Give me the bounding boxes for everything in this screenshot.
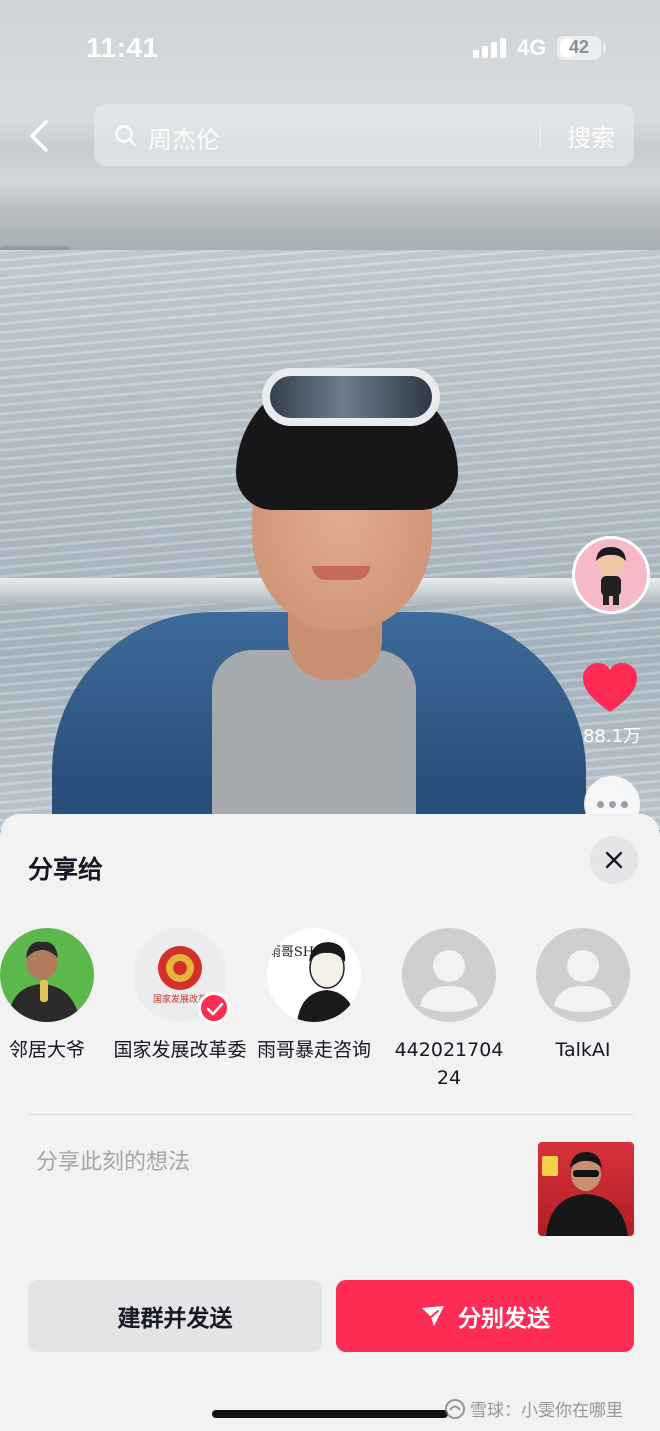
status-time: 11:41 (86, 32, 159, 63)
signal-icon (473, 38, 506, 58)
avatar-caption: 雨哥SH (268, 945, 314, 960)
video-thumbnail (538, 1142, 634, 1236)
battery-icon: 42 (557, 36, 601, 60)
contact-avatar (0, 928, 94, 1022)
status-bar: 11:41 4G 42 (0, 0, 660, 100)
watermark-text: 雪球：小雯你在哪里 (470, 1401, 623, 1421)
cartoon-avatar (596, 547, 626, 605)
like-button[interactable] (580, 660, 640, 716)
send-separately-label: 分别发送 (458, 1306, 550, 1332)
battery-cap (603, 44, 606, 52)
search-query[interactable]: 周杰伦 (148, 120, 220, 155)
contact-item[interactable]: 44202170424 (389, 926, 509, 1106)
mouth (312, 566, 370, 580)
divider (28, 1114, 634, 1115)
close-icon (605, 851, 623, 869)
search-icon (115, 125, 137, 147)
dot (620, 800, 628, 808)
contact-name: 雨哥暴走咨询 (256, 1039, 371, 1061)
default-user-icon (402, 928, 496, 1022)
chevron-left-icon (30, 120, 48, 152)
contact-item[interactable]: 国家发展改革 国家发展改革委 (113, 926, 247, 1106)
contact-avatar: 雨哥SH (267, 928, 361, 1022)
dot (608, 800, 616, 808)
send-separately-button[interactable]: 分别发送 (336, 1280, 634, 1352)
like-count: 88.1万 (582, 726, 642, 747)
contact-item[interactable]: 邻居大爷 (0, 926, 107, 1106)
group-send-button[interactable]: 建群并发送 (28, 1280, 322, 1352)
selected-badge (198, 992, 230, 1024)
contact-list: 邻居大爷 国家发展改革 国家发展改革委 雨哥SH 雨哥暴走咨询 44202170… (0, 926, 660, 1106)
contact-name: 国家发展改革委 (113, 1039, 247, 1061)
network-type: 4G (517, 35, 547, 60)
check-icon (206, 1002, 224, 1016)
heart-icon (583, 663, 637, 712)
search-button[interactable]: 搜索 (556, 118, 626, 152)
close-button[interactable] (590, 836, 638, 884)
default-user-icon (536, 928, 630, 1022)
contact-name: TalkAI (555, 1039, 611, 1061)
dot (596, 800, 604, 808)
contact-name: 邻居大爷 (8, 1039, 85, 1061)
contact-item[interactable]: 雨哥SH 雨哥暴走咨询 (254, 926, 374, 1106)
contact-name: 44202170424 (394, 1039, 504, 1089)
illustration-avatar: 雨哥SH (268, 942, 357, 1022)
watermark: 雪球：小雯你在哪里 (444, 1396, 623, 1421)
person-photo (8, 941, 80, 1022)
send-icon (422, 1306, 444, 1326)
search-divider (540, 122, 541, 148)
contact-item[interactable]: TalkAI (523, 926, 643, 1106)
thought-input[interactable] (36, 1142, 516, 1182)
goggles (262, 368, 440, 426)
search-box[interactable]: 周杰伦 搜索 (94, 104, 634, 166)
sheet-title: 分享给 (28, 855, 104, 884)
back-button[interactable] (22, 112, 58, 160)
thumbnail-image (542, 1152, 628, 1236)
share-sheet: 分享给 邻居大爷 国家发展改革 国家发展改革委 雨哥SH 雨哥暴走咨询 4420… (0, 814, 660, 1431)
battery-level: 42 (568, 37, 590, 57)
home-indicator (212, 1410, 448, 1418)
creator-avatar[interactable] (572, 536, 650, 614)
snowball-logo-icon (445, 1398, 465, 1419)
